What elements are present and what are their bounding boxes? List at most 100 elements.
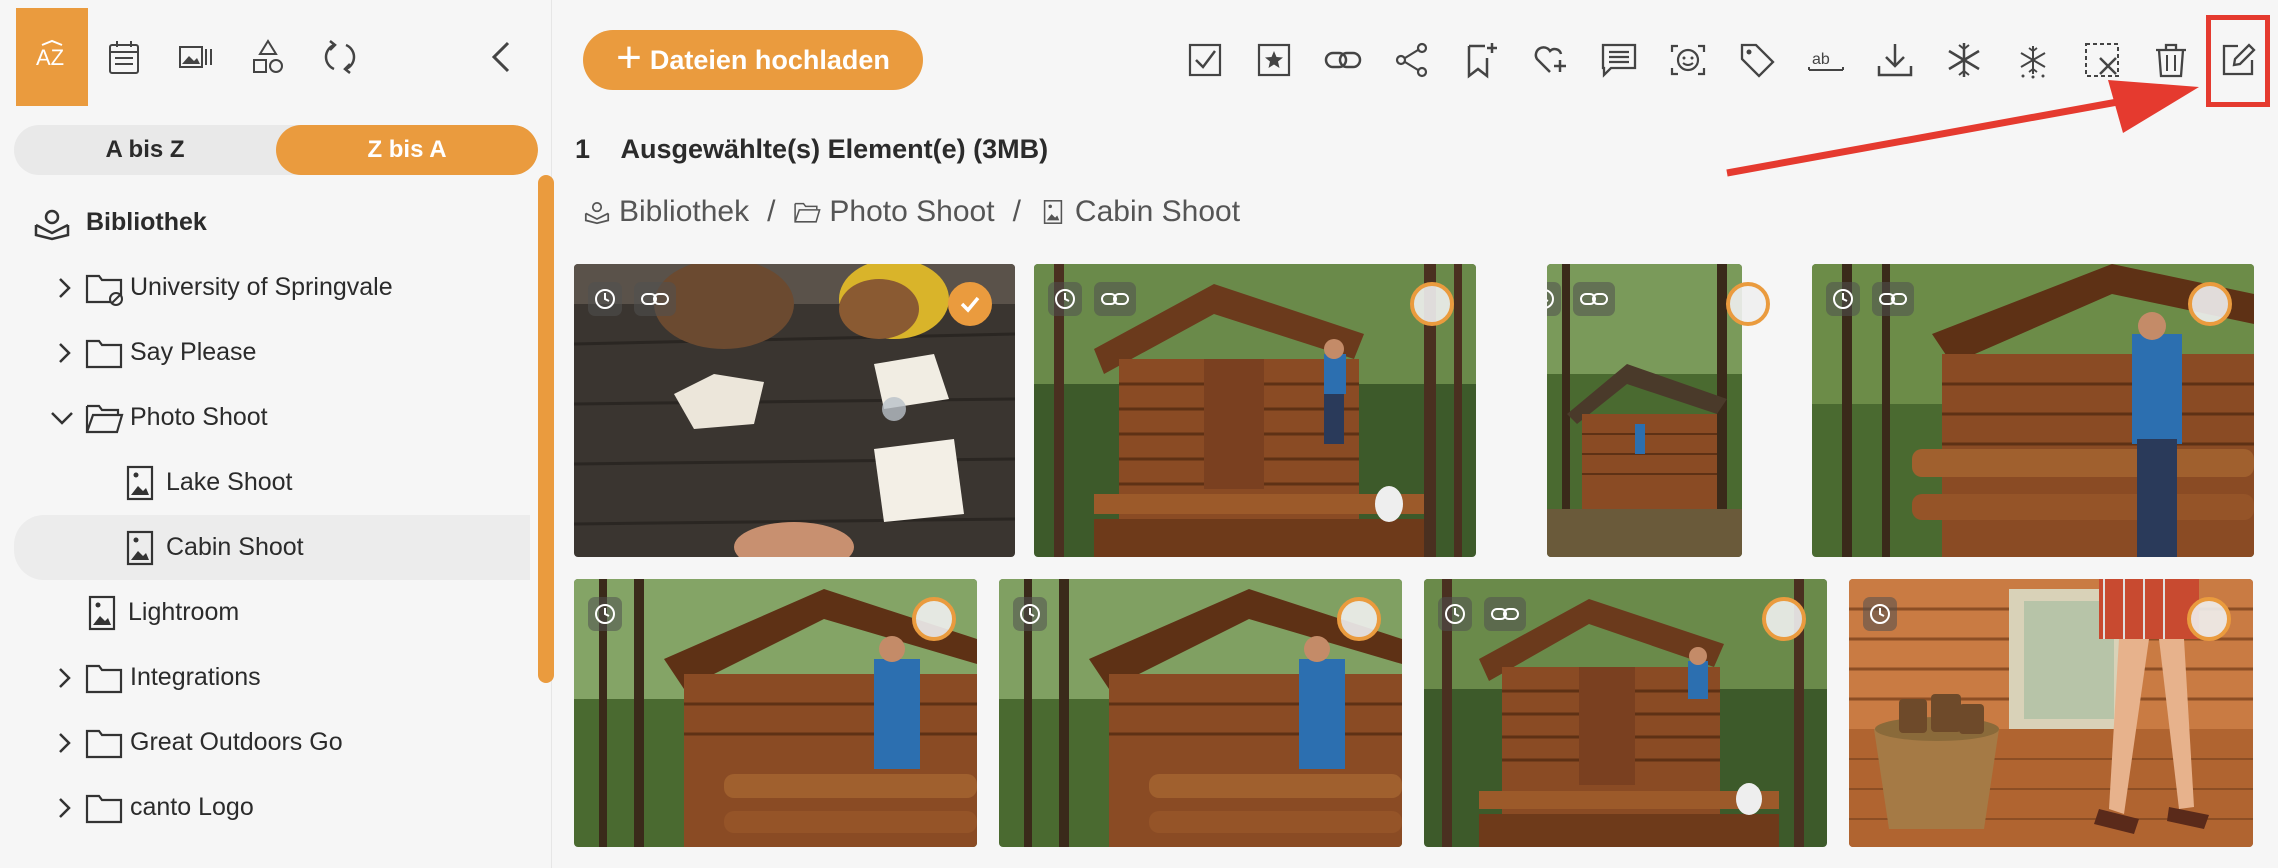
clock-icon bbox=[588, 282, 622, 316]
share-button[interactable] bbox=[1388, 36, 1436, 84]
tree-item-label: Bibliothek bbox=[86, 208, 207, 236]
main-content: + Dateien hochladen ab 1 Ausgewählte(s) … bbox=[553, 0, 2278, 868]
favorite-button[interactable] bbox=[1250, 36, 1298, 84]
link-icon bbox=[634, 282, 676, 316]
link-icon bbox=[1094, 282, 1136, 316]
album-icon bbox=[1043, 200, 1063, 224]
tree-item-label: canto Logo bbox=[130, 793, 254, 821]
asset-thumbnail[interactable] bbox=[1812, 264, 2254, 557]
asset-thumbnail[interactable] bbox=[999, 579, 1402, 847]
unfreeze-icon bbox=[2020, 46, 2046, 79]
breadcrumb-photo-shoot[interactable]: Photo Shoot bbox=[793, 195, 995, 229]
freeze-icon bbox=[1948, 43, 1980, 77]
download-icon bbox=[1877, 44, 1913, 77]
asset-thumbnail[interactable] bbox=[1849, 579, 2253, 847]
tree-item-label: Great Outdoors Go bbox=[130, 728, 343, 756]
select-checkbox[interactable] bbox=[1726, 282, 1770, 326]
calendar-button[interactable] bbox=[88, 8, 160, 106]
bookmark-add-icon bbox=[1467, 43, 1497, 79]
folder-open-icon bbox=[794, 202, 822, 223]
clock-icon bbox=[1547, 282, 1561, 316]
sort-order-toggle: A bis Z Z bis A bbox=[14, 125, 538, 175]
asset-thumbnail[interactable] bbox=[574, 264, 1015, 557]
select-checkbox[interactable] bbox=[948, 282, 992, 326]
select-checkbox[interactable] bbox=[2187, 597, 2231, 641]
link-button[interactable] bbox=[1319, 36, 1367, 84]
comment-button[interactable] bbox=[1595, 36, 1643, 84]
gallery-view-button[interactable] bbox=[160, 8, 232, 106]
sidebar-toolbar: AZ bbox=[0, 0, 552, 112]
album-icon bbox=[126, 465, 154, 500]
collapse-sidebar-button[interactable] bbox=[466, 8, 538, 106]
collapse-chevron-left-icon bbox=[491, 41, 510, 73]
face-recognition-button[interactable] bbox=[1664, 36, 1712, 84]
tree-item-great-outdoors-go[interactable]: Great Outdoors Go bbox=[0, 710, 530, 775]
add-bookmark-button[interactable] bbox=[1457, 36, 1505, 84]
clock-icon bbox=[1863, 597, 1897, 631]
link-icon bbox=[1324, 51, 1362, 69]
asset-thumbnail[interactable] bbox=[1547, 264, 1742, 557]
share-icon bbox=[1395, 42, 1428, 78]
svg-text:ab: ab bbox=[1812, 51, 1830, 68]
select-checkbox[interactable] bbox=[1762, 597, 1806, 641]
sort-desc-option[interactable]: Z bis A bbox=[276, 125, 538, 175]
tree-item-university-of-springvale[interactable]: University of Springvale bbox=[0, 255, 530, 320]
svg-text:AZ: AZ bbox=[36, 45, 64, 70]
tag-icon bbox=[1740, 43, 1775, 78]
tree-item-photo-shoot[interactable]: Photo Shoot bbox=[0, 385, 530, 450]
sort-asc-option[interactable]: A bis Z bbox=[14, 125, 276, 175]
asset-thumbnail[interactable] bbox=[574, 579, 977, 847]
tree-item-label: Say Please bbox=[130, 338, 257, 366]
breadcrumb-bibliothek[interactable]: Bibliothek bbox=[583, 195, 749, 229]
tree-item-cabin-shoot[interactable]: Cabin Shoot bbox=[14, 515, 530, 580]
chevron-right-icon[interactable] bbox=[52, 666, 76, 690]
select-all-icon bbox=[1188, 43, 1222, 77]
link-icon bbox=[1872, 282, 1914, 316]
tree-item-label: University of Springvale bbox=[130, 273, 393, 301]
app-window: AZ A bis Z Z bis A Bibliothek University… bbox=[0, 0, 2278, 868]
tree-item-label: Integrations bbox=[130, 663, 261, 691]
shapes-icon bbox=[253, 39, 283, 73]
rename-text-icon: ab bbox=[1808, 51, 1844, 71]
select-checkbox[interactable] bbox=[1337, 597, 1381, 641]
tree-item-lake-shoot[interactable]: Lake Shoot bbox=[0, 450, 530, 515]
chevron-down-icon[interactable] bbox=[50, 406, 74, 430]
breadcrumb-separator: / bbox=[1012, 195, 1021, 228]
comment-icon bbox=[1601, 43, 1637, 78]
asset-thumbnail[interactable] bbox=[1424, 579, 1827, 847]
library-icon bbox=[34, 209, 70, 240]
shapes-button[interactable] bbox=[232, 8, 304, 106]
chevron-right-icon[interactable] bbox=[52, 341, 76, 365]
breadcrumb-label: Cabin Shoot bbox=[1074, 195, 1241, 228]
tree-item-canto-logo[interactable]: canto Logo bbox=[0, 775, 530, 840]
select-checkbox[interactable] bbox=[2188, 282, 2232, 326]
breadcrumb-separator: / bbox=[767, 195, 776, 228]
sync-button[interactable] bbox=[304, 8, 376, 106]
select-all-button[interactable] bbox=[1181, 36, 1229, 84]
gallery-view-icon bbox=[179, 46, 212, 68]
folder-icon bbox=[85, 339, 123, 368]
upload-files-label: Dateien hochladen bbox=[649, 44, 890, 75]
tree-item-say-please[interactable]: Say Please bbox=[0, 320, 530, 385]
tree-item-integrations[interactable]: Integrations bbox=[0, 645, 530, 710]
chevron-right-icon[interactable] bbox=[52, 731, 76, 755]
add-favorite-heart-button[interactable] bbox=[1526, 36, 1574, 84]
chevron-right-icon[interactable] bbox=[52, 276, 76, 300]
upload-files-button[interactable]: + Dateien hochladen bbox=[583, 30, 923, 90]
folder-open-icon bbox=[85, 404, 124, 433]
select-checkbox[interactable] bbox=[1410, 282, 1454, 326]
breadcrumb-cabin-shoot[interactable]: Cabin Shoot bbox=[1039, 195, 1240, 229]
asset-thumbnail[interactable] bbox=[1034, 264, 1476, 557]
sidebar-scrollbar[interactable] bbox=[538, 175, 554, 683]
tree-item-lightroom[interactable]: Lightroom bbox=[0, 580, 530, 645]
heart-add-icon bbox=[1534, 46, 1566, 73]
tree-item-label: Lake Shoot bbox=[166, 468, 293, 496]
select-checkbox[interactable] bbox=[912, 597, 956, 641]
folder-icon bbox=[85, 729, 123, 758]
tree-item-bibliothek[interactable]: Bibliothek bbox=[0, 190, 530, 255]
shared-folder-icon bbox=[85, 274, 123, 306]
chevron-right-icon[interactable] bbox=[52, 796, 76, 820]
sort-az-button[interactable]: AZ bbox=[16, 8, 88, 106]
clock-icon bbox=[1826, 282, 1860, 316]
annotation-arrow-icon bbox=[1726, 80, 2199, 177]
